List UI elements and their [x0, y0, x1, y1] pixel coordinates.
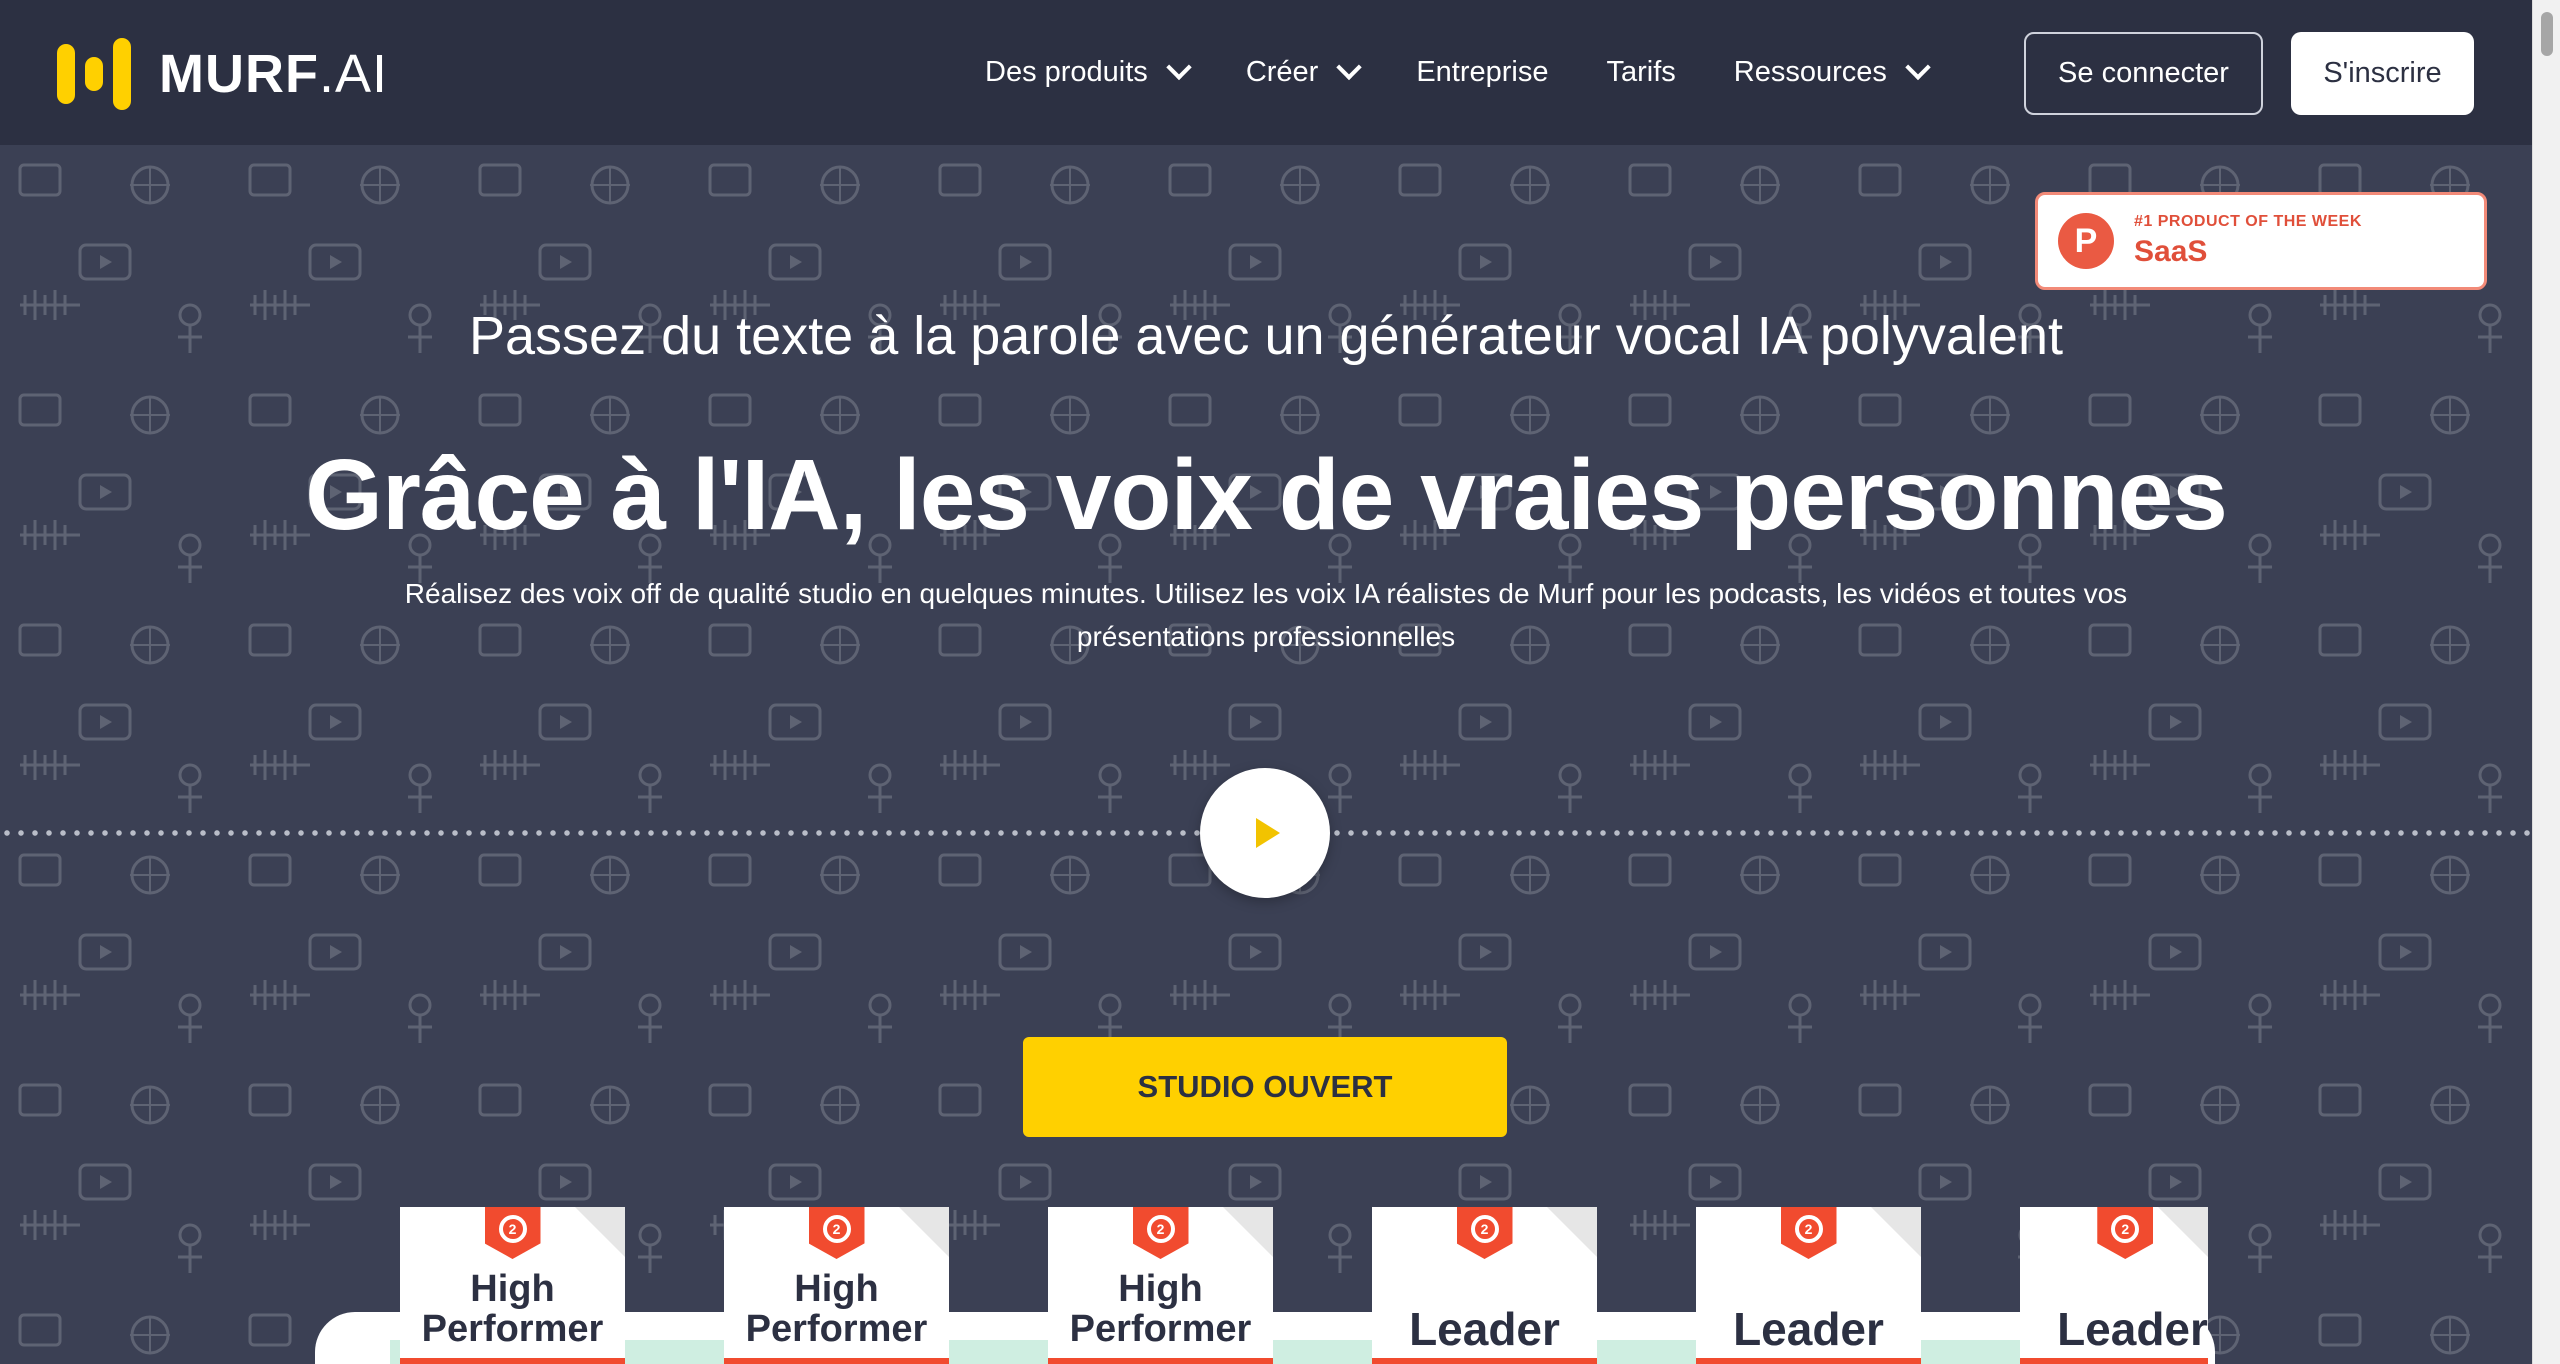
badge-label: High Performer	[421, 1268, 604, 1350]
hero-description-line-2: présentations professionnelles	[1076, 621, 1456, 652]
hero-title: Grâce à l'IA, les voix de vraies personn…	[305, 439, 2228, 551]
nav-products[interactable]: Des produits	[985, 54, 1192, 89]
signup-button[interactable]: S'inscrire	[2291, 32, 2474, 115]
nav-create[interactable]: Créer	[1246, 54, 1363, 89]
murf-logo[interactable]: MURF.AI	[57, 38, 388, 110]
hero-description: Réalisez des voix off de qualité studio …	[350, 572, 2182, 658]
page-scrollbar[interactable]	[2532, 0, 2560, 1364]
badge-label: High Performer	[1069, 1268, 1252, 1350]
product-hunt-caption: #1 PRODUCT OF THE WEEK	[2134, 213, 2362, 230]
page: MURF.AI Des produits Créer Entreprise Ta…	[0, 0, 2532, 1364]
badge-label: High Performer	[745, 1268, 928, 1350]
g2-badge-high-performer: 2 High Performer	[400, 1207, 625, 1364]
nav-pricing[interactable]: Tarifs	[1607, 56, 1676, 89]
hero-subtitle: Passez du texte à la parole avec un géné…	[468, 306, 2063, 366]
hero-description-line-1: Réalisez des voix off de qualité studio …	[404, 578, 2128, 609]
open-studio-button[interactable]: STUDIO OUVERT	[1023, 1037, 1507, 1137]
chevron-down-icon	[1336, 54, 1363, 80]
g2-badge-leader: 2 Leader	[1696, 1207, 1921, 1364]
product-hunt-badge[interactable]: P #1 PRODUCT OF THE WEEK SaaS	[2035, 192, 2487, 290]
nav-enterprise[interactable]: Entreprise	[1416, 56, 1548, 89]
nav-resources[interactable]: Ressources	[1734, 54, 1931, 89]
chevron-down-icon	[1166, 54, 1192, 80]
badge-label: Leader	[2057, 1303, 2208, 1355]
chevron-down-icon	[1905, 54, 1931, 80]
g2-icon: 2	[484, 1207, 541, 1259]
g2-icon: 2	[1132, 1207, 1189, 1259]
g2-badge-high-performer: 2 High Performer	[724, 1207, 949, 1364]
g2-badge-leader: 2 Leader	[1372, 1207, 1597, 1364]
badge-label: Leader	[1733, 1303, 1884, 1355]
product-hunt-text: #1 PRODUCT OF THE WEEK SaaS	[2134, 213, 2362, 269]
g2-icon: 2	[808, 1207, 865, 1259]
login-button[interactable]: Se connecter	[2024, 32, 2263, 115]
product-hunt-icon: P	[2058, 213, 2114, 269]
logo-text: MURF.AI	[159, 44, 388, 104]
product-hunt-category: SaaS	[2134, 235, 2208, 268]
play-button[interactable]	[1200, 768, 1330, 898]
murf-logo-icon	[57, 38, 131, 110]
site-header: MURF.AI Des produits Créer Entreprise Ta…	[0, 0, 2532, 145]
g2-icon: 2	[1456, 1207, 1513, 1259]
g2-icon: 2	[2097, 1207, 2154, 1259]
badge-label: Leader	[1409, 1303, 1560, 1355]
g2-icon: 2	[1780, 1207, 1837, 1259]
scrollbar-thumb[interactable]	[2541, 12, 2553, 56]
g2-badge-high-performer: 2 High Performer	[1048, 1207, 1273, 1364]
play-icon	[1256, 818, 1280, 848]
main-nav: Des produits Créer Entreprise Tarifs Res…	[985, 0, 1985, 145]
g2-badge-leader: 2 Leader	[2020, 1207, 2208, 1364]
